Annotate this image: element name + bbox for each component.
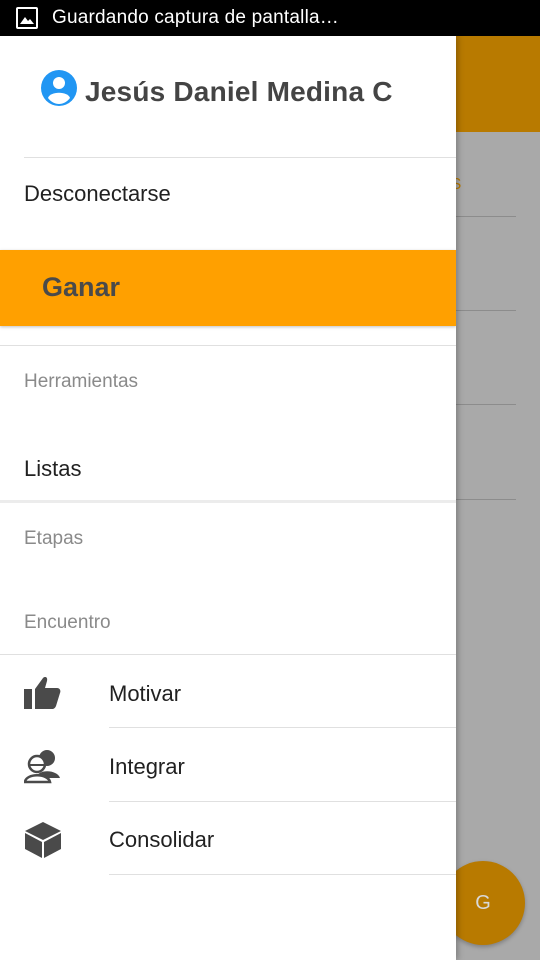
drawer-header: Jesús Daniel Medina C — [0, 36, 456, 158]
section-header-encuentro: Encuentro — [24, 612, 111, 633]
divider — [0, 345, 456, 346]
menu-item-ganar-label: Ganar — [42, 272, 121, 302]
user-name: Jesús Daniel Medina C — [85, 76, 393, 107]
divider — [0, 654, 456, 655]
image-icon — [16, 7, 38, 29]
divider — [109, 801, 456, 802]
status-bar-text: Guardando captura de pantalla… — [52, 7, 339, 28]
status-bar: Guardando captura de pantalla… — [0, 0, 540, 36]
divider — [109, 874, 456, 875]
divider — [109, 727, 456, 728]
menu-item-motivar-label: Motivar — [109, 681, 182, 706]
account-circle-icon — [41, 70, 77, 106]
section-header-herramientas: Herramientas — [24, 371, 139, 392]
fab-label: G — [475, 891, 491, 914]
menu-item-consolidar-label: Consolidar — [109, 827, 215, 852]
divider — [24, 157, 456, 158]
people-icon — [23, 748, 62, 784]
section-header-etapas: Etapas — [24, 528, 84, 549]
cube-icon — [24, 821, 62, 858]
menu-item-integrar-label: Integrar — [109, 754, 185, 779]
navigation-drawer: Jesús Daniel Medina C Desconectarse Gana… — [0, 36, 456, 960]
thumbs-up-icon — [24, 675, 62, 711]
divider — [0, 500, 456, 503]
menu-item-ganar[interactable]: Ganar — [0, 250, 456, 326]
menu-item-listas[interactable]: Listas — [24, 456, 81, 482]
logout-item[interactable]: Desconectarse — [24, 181, 171, 207]
